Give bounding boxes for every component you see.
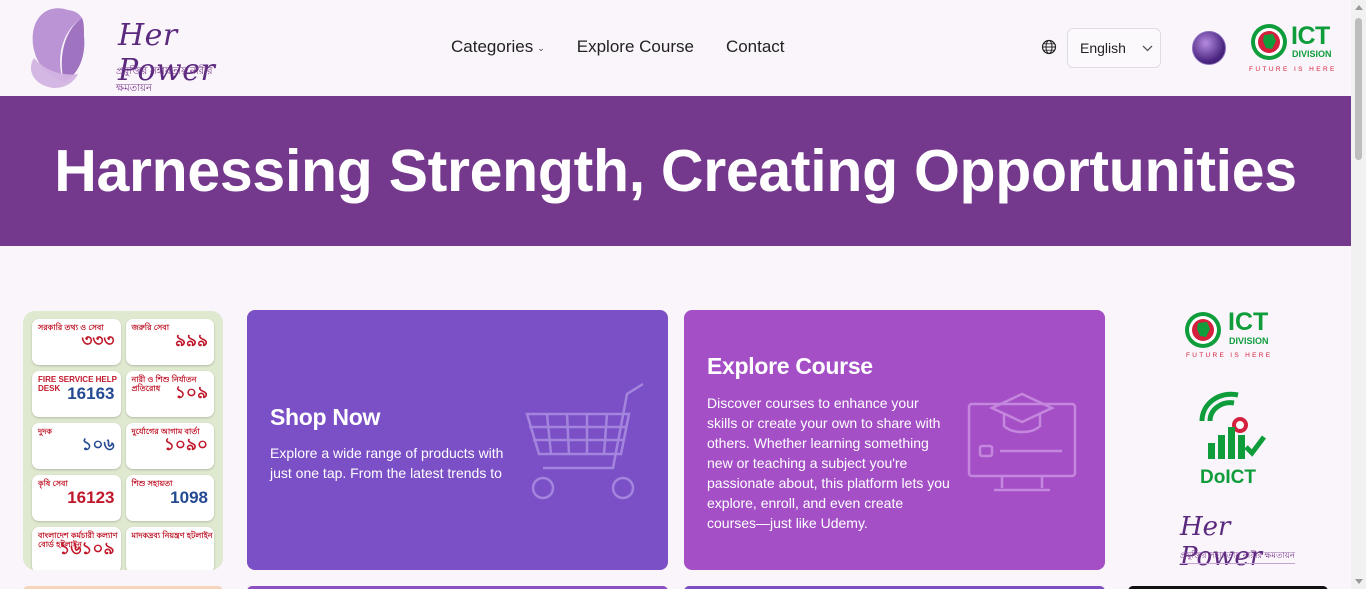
shop-card-desc: Explore a wide range of products with ju… (270, 445, 504, 481)
hotline-tile: মাদকদ্রব্য নিয়ন্ত্রণ হটলাইন (125, 527, 214, 570)
hotline-tile: FIRE SERVICE HELP DESK 16163 (32, 371, 121, 417)
partner-herpower-logo[interactable]: Her Power প্রযুক্তির সহায়তায় নারীর ক্ষ… (1160, 512, 1300, 572)
partner-doict-logo[interactable]: DoICT (1160, 387, 1300, 488)
hotline-label: বাংলাদেশ কর্মচারী কল্যাণ বোর্ড হটলাইন (38, 531, 118, 549)
hotline-tile: সরকারি তথ্য ও সেবা ৩৩৩ (32, 319, 121, 365)
hero-title: Harnessing Strength, Creating Opportunit… (54, 138, 1297, 204)
hotline-tile: কৃষি সেবা 16123 (32, 475, 121, 521)
hotline-label: দুদক (38, 427, 53, 436)
hotline-tile: জরুরি সেবা ৯৯৯ (125, 319, 214, 365)
explore-card-desc: Discover courses to enhance your skills … (707, 395, 950, 531)
hotline-poster[interactable]: সরকারি তথ্য ও সেবা ৩৩৩ জরুরি সেবা ৯৯৯ FI… (23, 311, 223, 570)
shop-now-card[interactable]: Shop Now Explore a wide range of product… (247, 310, 668, 570)
chevron-down-icon: ⌄ (537, 43, 545, 53)
hero-banner: Harnessing Strength, Creating Opportunit… (0, 96, 1351, 246)
butterfly-icon (30, 8, 85, 88)
ict-future-text: FUTURE IS HERE (1249, 66, 1337, 73)
globe-icon (1041, 39, 1057, 55)
ict-division-text: DIVISION (1292, 49, 1332, 59)
scroll-down-arrow-icon[interactable] (1355, 579, 1363, 584)
hotline-label: দুর্যোগের আগাম বার্তা (131, 427, 200, 436)
nav-explore-label: Explore Course (576, 37, 694, 56)
hotline-tile: শিশু সহায়তা 1098 (125, 475, 214, 521)
partner-ict-division-logo[interactable]: ICT DIVISION FUTURE IS HERE (1160, 308, 1300, 362)
hotline-number: 1098 (170, 488, 208, 507)
partner-herpower-tagline: প্রযুক্তির সহায়তায় নারীর ক্ষমতায়ন (1180, 549, 1295, 564)
doict-signal-icon (1199, 391, 1266, 459)
explore-card-title: Explore Course (707, 353, 873, 379)
nav-contact-label: Contact (725, 37, 785, 56)
nav-categories[interactable]: Categories ⌄ (451, 37, 545, 57)
language-selected: English (1080, 40, 1126, 56)
hotline-label: জরুরি সেবা (131, 323, 170, 332)
hotline-tile: দুদক ১০৬ (32, 423, 121, 469)
scrollbar-thumb[interactable] (1355, 18, 1362, 160)
online-course-icon (967, 392, 1077, 492)
nav-contact[interactable]: Contact (726, 37, 785, 57)
language-select[interactable]: English (1067, 28, 1161, 68)
chevron-down-icon (1142, 45, 1153, 51)
hotline-number: ১০৬ (81, 435, 115, 454)
hotline-label: নারী ও শিশু নির্যাতন প্রতিরোধ (131, 375, 197, 393)
hotline-tile: নারী ও শিশু নির্যাতন প্রতিরোধ ১০৯ (125, 371, 214, 417)
hotline-tile: বাংলাদেশ কর্মচারী কল্যাণ বোর্ড হটলাইন ১৬… (32, 527, 121, 570)
hotline-number: 16123 (67, 488, 115, 507)
hotline-label: সরকারি তথ্য ও সেবা (38, 323, 104, 332)
hotline-label: শিশু সহায়তা (131, 479, 173, 488)
nav-explore-course[interactable]: Explore Course (577, 37, 694, 57)
partner-ict-division: DIVISION (1229, 336, 1269, 346)
site-header: Her Power প্রযুক্তির সহায়তায় নারীর ক্ষ… (0, 0, 1351, 101)
hotline-tile: দুর্যোগের আগাম বার্তা ১০৯০ (125, 423, 214, 469)
ict-title: ICT (1291, 22, 1330, 50)
nav-categories-label: Categories (451, 37, 534, 56)
ict-division-logo[interactable]: ICT DIVISION FUTURE IS HERE (1247, 22, 1339, 78)
page-scrollbar[interactable] (1351, 0, 1366, 589)
shopping-cart-icon (525, 382, 644, 500)
ict-emblem-icon (1251, 24, 1287, 60)
scroll-up-arrow-icon[interactable] (1355, 5, 1363, 10)
user-avatar[interactable] (1192, 31, 1226, 65)
explore-course-card[interactable]: Explore Course Discover courses to enhan… (684, 310, 1105, 570)
hotline-number: ৯৯৯ (174, 331, 208, 350)
hotline-label: কৃষি সেবা (38, 479, 68, 488)
partner-ict-title: ICT (1228, 308, 1269, 336)
her-power-logo[interactable]: Her Power প্রযুক্তির সহায়তায় নারীর ক্ষ… (24, 2, 215, 101)
hotline-label: মাদকদ্রব্য নিয়ন্ত্রণ হটলাইন (131, 531, 213, 540)
main-nav: Categories ⌄ Explore Course Contact (451, 37, 785, 57)
partner-ict-future: FUTURE IS HERE (1186, 352, 1273, 359)
hotline-label: FIRE SERVICE HELP DESK (38, 375, 117, 393)
doict-title: DoICT (1200, 467, 1256, 488)
shop-card-title: Shop Now (270, 404, 381, 430)
